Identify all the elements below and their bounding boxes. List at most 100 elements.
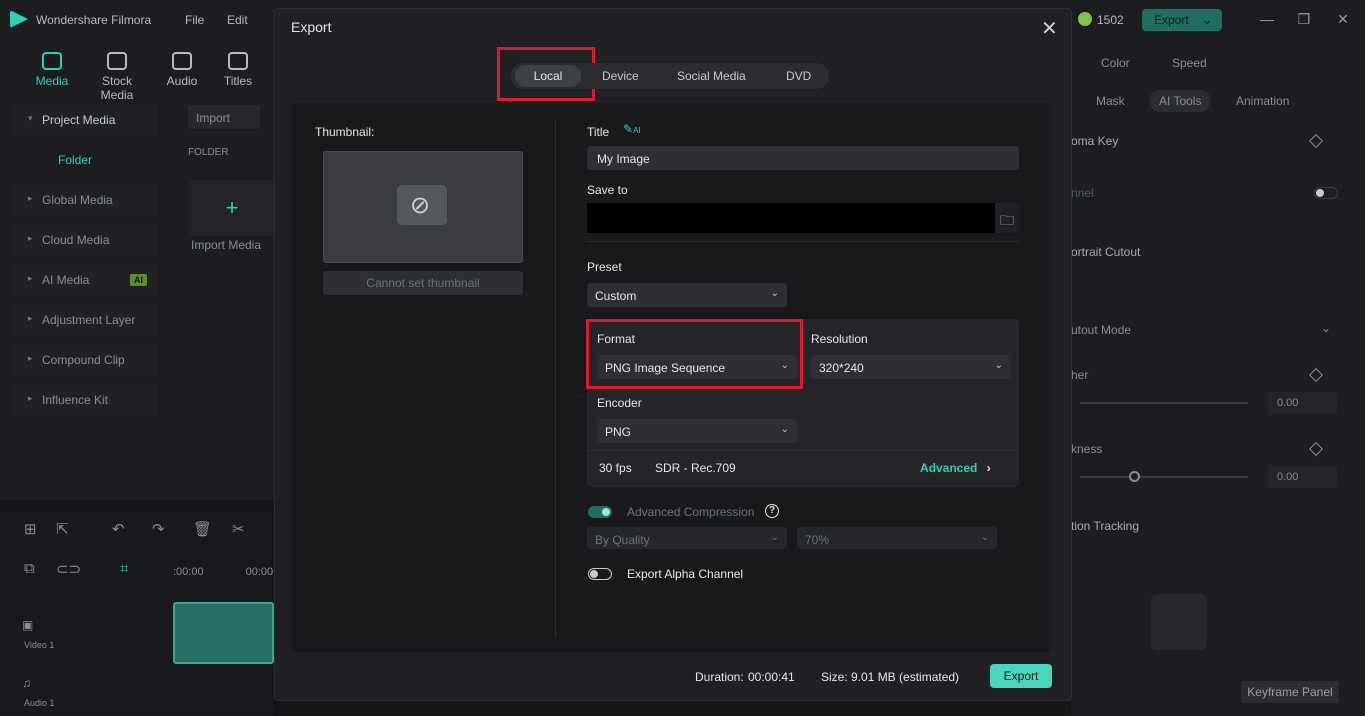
snap-icon[interactable]: ⌗ xyxy=(120,560,128,577)
toolbar-audio[interactable]: Audio xyxy=(152,52,212,88)
thickness-value[interactable]: 0.00 xyxy=(1267,466,1337,488)
media-icon xyxy=(42,52,62,70)
scissors-icon[interactable]: ✂ xyxy=(232,520,245,538)
video-clip[interactable] xyxy=(173,602,274,664)
alpha-channel-toggle[interactable] xyxy=(588,568,612,580)
top-export-button[interactable]: Export ⌄ xyxy=(1142,9,1222,31)
plus-icon: + xyxy=(225,195,239,220)
duration-value: 00:00:41 xyxy=(748,670,795,684)
save-to-label: Save to xyxy=(587,183,628,197)
credits-count: 1502 xyxy=(1097,13,1124,27)
resolution-label: Resolution xyxy=(811,332,868,346)
alpha-channel-label: Export Alpha Channel xyxy=(627,567,744,581)
nav-cloud-media[interactable]: Cloud Media xyxy=(12,225,158,255)
video-track-label: Video 1 xyxy=(24,640,55,650)
ai-rename-icon[interactable]: ✎AI xyxy=(623,122,641,136)
quality-select[interactable]: 70% ⌄ xyxy=(797,527,997,549)
tab-social-media[interactable]: Social Media xyxy=(677,69,746,83)
size-value: 9.01 MB (estimated) xyxy=(851,670,960,684)
resolution-select[interactable]: 320*240 ⌄ xyxy=(811,355,1011,379)
feather-value[interactable]: 0.00 xyxy=(1267,392,1337,414)
toolbar-stock-media[interactable]: Stock Media xyxy=(87,52,147,102)
audio-track-label: Audio 1 xyxy=(24,698,55,708)
redo-icon[interactable]: ↷ xyxy=(152,520,165,538)
nav-influence-kit[interactable]: Influence Kit xyxy=(12,385,158,415)
chevron-down-icon: ⌄ xyxy=(994,360,1003,371)
subtab-ai-tools[interactable]: AI Tools xyxy=(1149,90,1212,112)
minimize-icon[interactable]: — xyxy=(1260,12,1274,26)
feather-slider[interactable] xyxy=(1080,402,1248,404)
close-icon[interactable]: ✕ xyxy=(1041,16,1058,41)
subtab-mask[interactable]: Mask xyxy=(1096,94,1125,108)
channel-toggle[interactable] xyxy=(1314,187,1338,199)
size-label: Size: xyxy=(821,670,848,684)
cutout-mode-label: utout Mode xyxy=(1071,323,1132,337)
nav-adjustment-layer[interactable]: Adjustment Layer xyxy=(12,305,158,335)
timeline-ruler: :00:00 00:00 xyxy=(173,566,274,578)
title-input[interactable]: My Image xyxy=(587,146,1019,170)
export-dialog: Export ✕ Device Social Media DVD Local T… xyxy=(274,8,1072,701)
compression-mode-select[interactable]: By Quality ⌄ xyxy=(587,527,787,549)
tab-device[interactable]: Device xyxy=(602,69,639,83)
menu-edit[interactable]: Edit xyxy=(227,13,248,27)
advanced-compression-toggle[interactable] xyxy=(588,506,612,518)
delete-icon[interactable]: 🗑 xyxy=(193,520,212,538)
preset-select[interactable]: Custom ⌄ xyxy=(587,283,787,307)
menu-file[interactable]: File xyxy=(185,13,204,27)
maximize-icon[interactable]: ❐ xyxy=(1297,12,1311,26)
thickness-slider-handle[interactable] xyxy=(1129,471,1140,482)
format-label: Format xyxy=(597,332,636,346)
folder-header: FOLDER xyxy=(188,147,229,158)
chevron-down-icon: ⌄ xyxy=(780,424,789,435)
folder-icon[interactable]: 🗀 xyxy=(995,203,1019,233)
motion-tracking-label: tion Tracking xyxy=(1071,519,1140,533)
chevron-down-icon: ⌄ xyxy=(770,532,779,543)
tracking-placeholder-icon xyxy=(1151,594,1207,650)
video-track-icon: ▣ xyxy=(22,618,34,632)
import-button[interactable]: Import xyxy=(188,105,260,129)
nav-folder[interactable]: Folder xyxy=(58,153,92,167)
music-note-icon xyxy=(172,52,192,70)
thickness-label: kness xyxy=(1071,442,1103,456)
thickness-slider[interactable] xyxy=(1080,476,1248,478)
no-thumbnail-icon xyxy=(397,185,447,225)
tab-local[interactable]: Local xyxy=(515,65,581,87)
export-button[interactable]: Export xyxy=(990,664,1052,688)
dialog-title: Export xyxy=(291,19,332,35)
import-media-label: Import Media xyxy=(191,238,262,252)
ai-badge: AI xyxy=(130,274,147,286)
layout-grid-icon[interactable]: ⊞ xyxy=(24,520,37,538)
advanced-link[interactable]: Advanced › xyxy=(920,461,991,475)
tab-speed[interactable]: Speed xyxy=(1172,56,1207,70)
feather-label: her xyxy=(1071,368,1089,382)
help-icon[interactable]: ? xyxy=(765,504,779,518)
import-media-tile[interactable]: + xyxy=(190,180,274,236)
tab-color[interactable]: Color xyxy=(1101,56,1130,70)
tab-dvd[interactable]: DVD xyxy=(786,69,811,83)
save-path-input[interactable] xyxy=(587,203,997,233)
nav-global-media[interactable]: Global Media xyxy=(12,185,158,215)
thumbnail-label: Thumbnail: xyxy=(315,125,375,139)
chevron-down-icon[interactable]: ⌄ xyxy=(1321,321,1331,335)
toolbar-media[interactable]: Media xyxy=(22,52,82,88)
nav-compound-clip[interactable]: Compound Clip xyxy=(12,345,158,375)
subtab-animation[interactable]: Animation xyxy=(1236,94,1289,108)
preset-label: Preset xyxy=(587,260,622,274)
color-space-label: SDR - Rec.709 xyxy=(655,461,736,475)
undo-icon[interactable]: ↶ xyxy=(112,520,125,538)
keyframe-panel-button[interactable]: Keyframe Panel xyxy=(1241,681,1339,703)
add-track-icon[interactable]: ⧉ xyxy=(24,560,35,577)
encoder-select[interactable]: PNG ⌄ xyxy=(597,419,797,443)
chroma-key-label: oma Key xyxy=(1071,134,1119,148)
format-select[interactable]: PNG Image Sequence ⌄ xyxy=(597,355,797,379)
credits-icon xyxy=(1078,12,1092,26)
toolbar-titles[interactable]: Titles xyxy=(208,52,268,88)
text-icon xyxy=(228,52,248,70)
column-divider xyxy=(555,119,556,637)
link-icon[interactable]: ⊂⊃ xyxy=(56,560,81,578)
close-window-icon[interactable]: ✕ xyxy=(1336,12,1350,26)
select-tool-icon[interactable]: ⇱ xyxy=(56,520,69,538)
nav-project-media[interactable]: Project Media xyxy=(12,105,158,135)
duration-label: Duration: xyxy=(695,670,744,684)
encoder-label: Encoder xyxy=(597,396,642,410)
